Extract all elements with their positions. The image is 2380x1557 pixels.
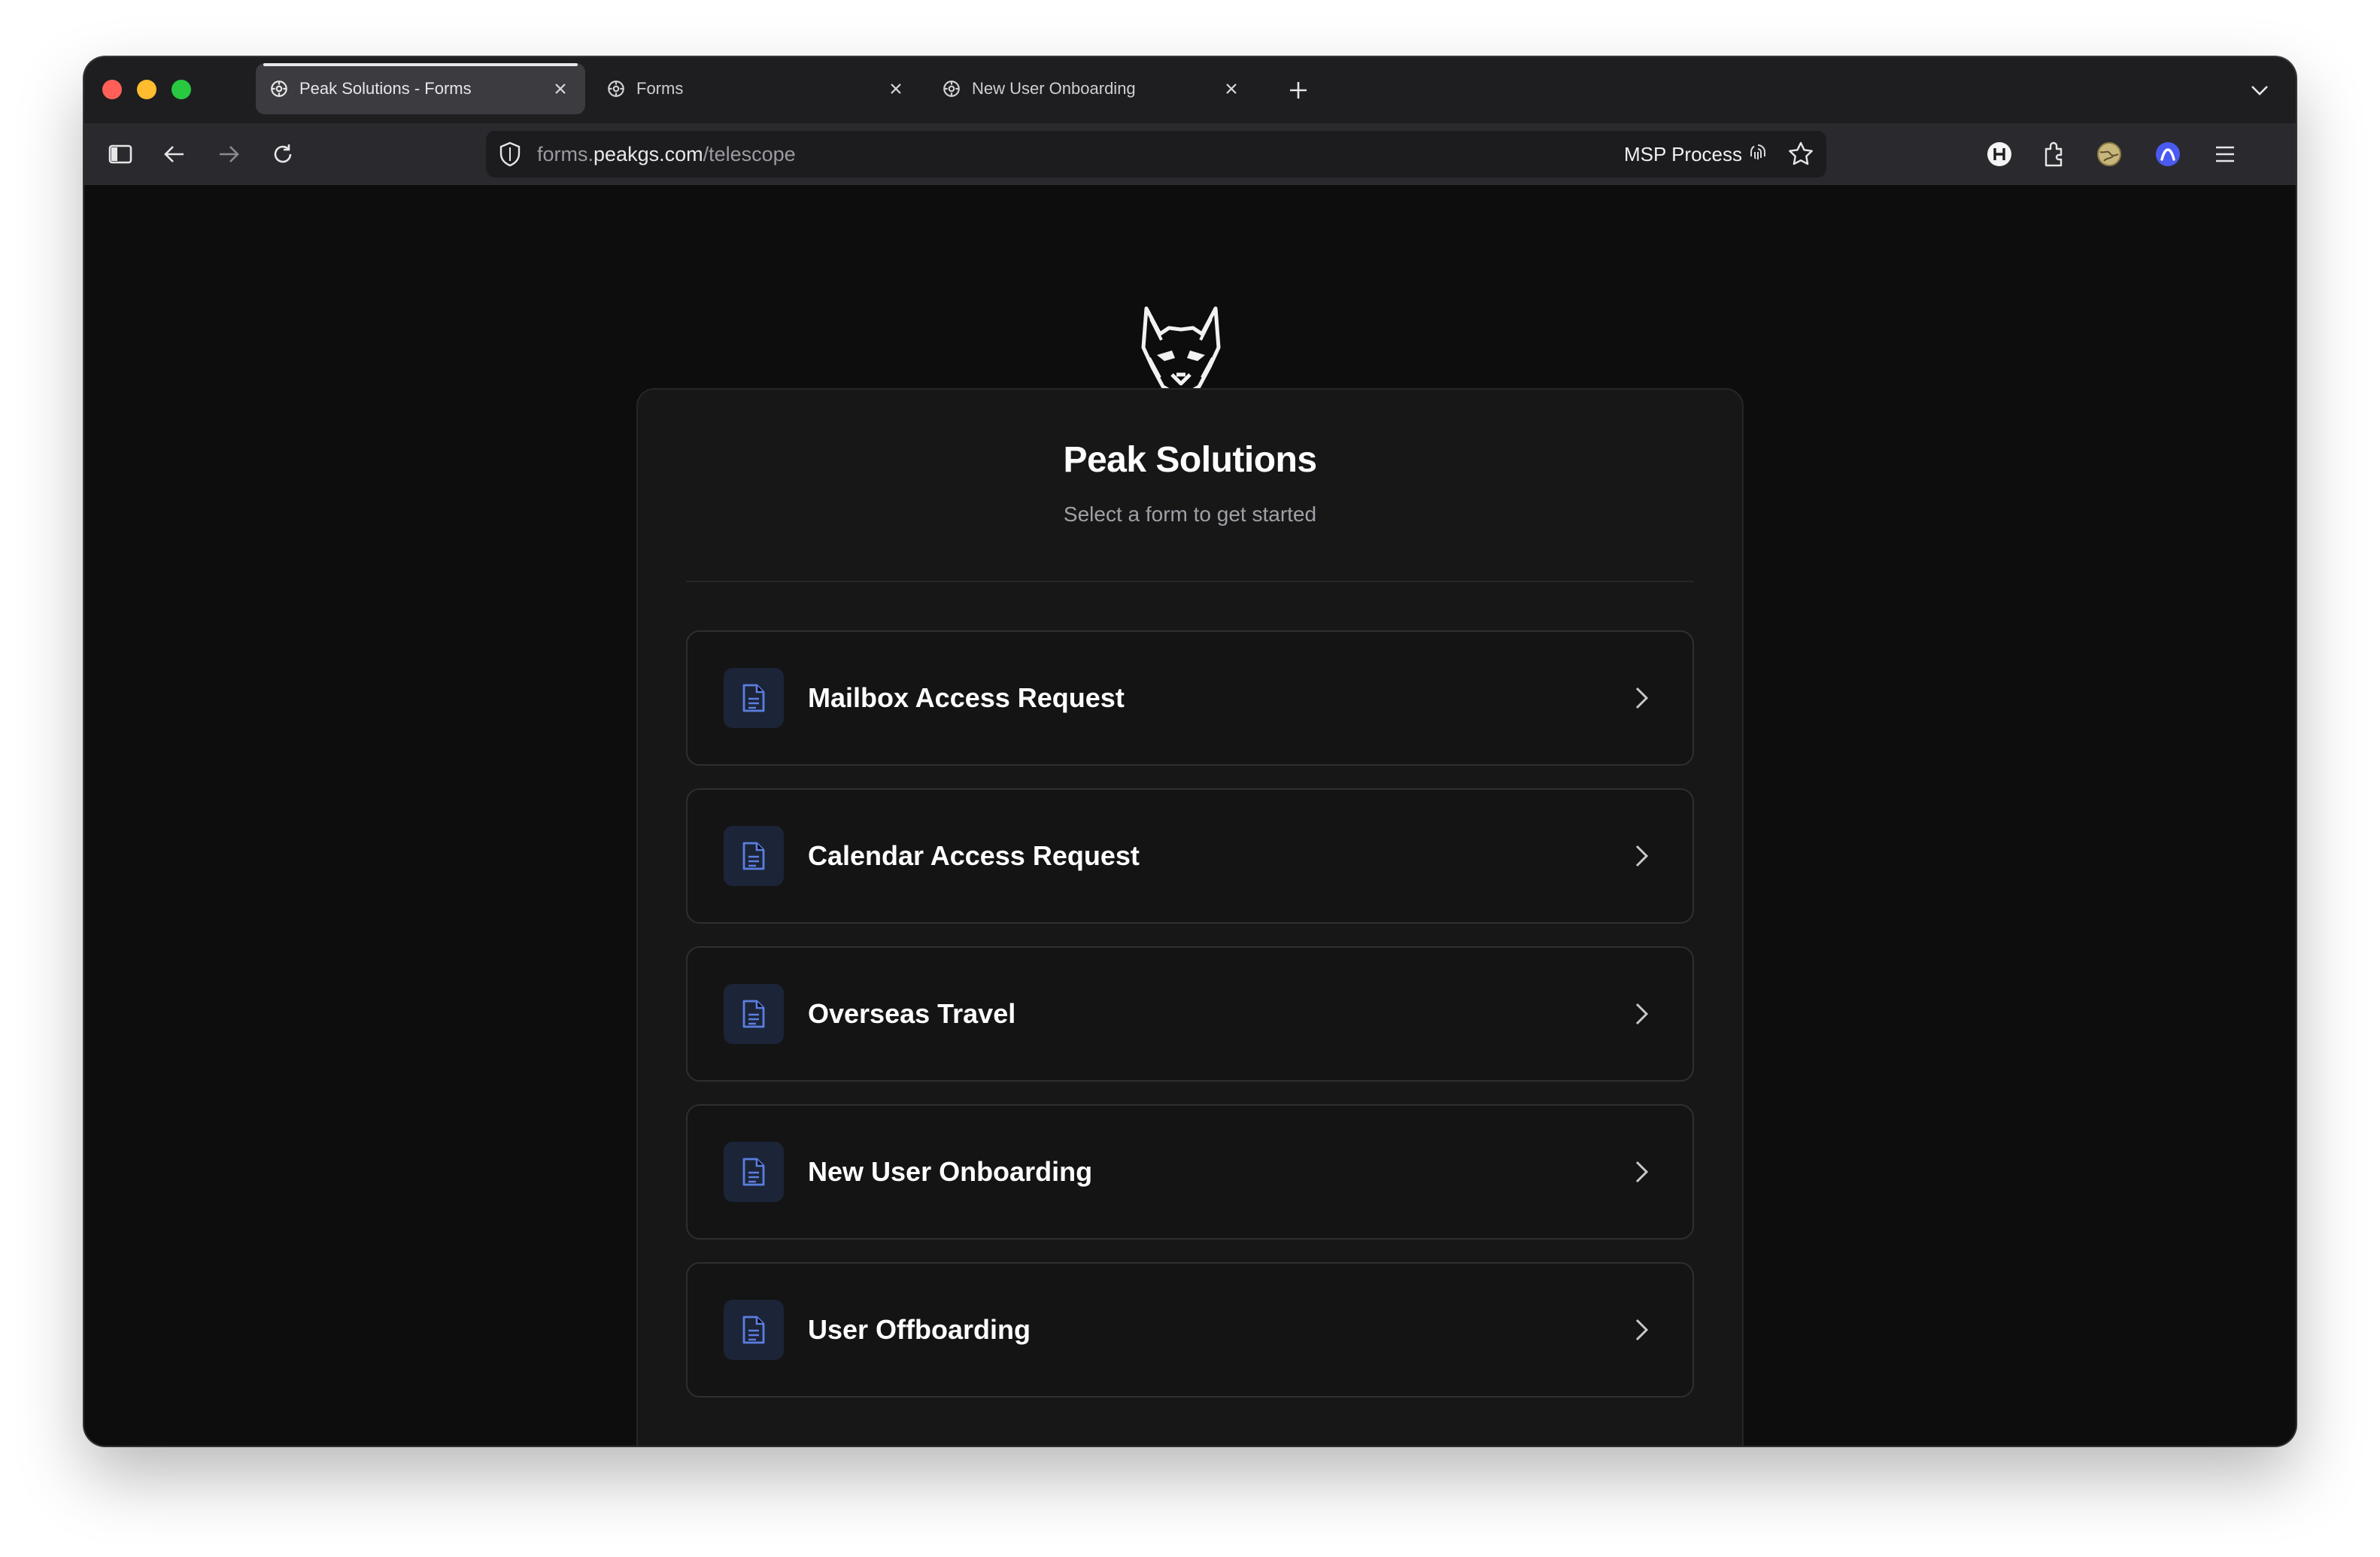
close-tab-icon[interactable] <box>885 77 907 100</box>
tab-new-user-onboarding[interactable]: New User Onboarding <box>928 63 1256 114</box>
sidebar-icon <box>108 144 132 164</box>
chevron-down-icon <box>2251 86 2268 96</box>
form-item-label: Calendar Access Request <box>808 840 1140 871</box>
arrow-left-icon <box>164 146 184 162</box>
form-item-overseas-travel[interactable]: Overseas Travel <box>686 946 1694 1082</box>
url-text[interactable]: forms.peakgs.com/telescope <box>537 143 796 166</box>
h-extension-icon <box>1987 142 2011 166</box>
url-path: /telescope <box>703 142 796 165</box>
document-icon <box>724 1142 784 1202</box>
tab-label: Forms <box>636 79 684 98</box>
menu-button[interactable] <box>2207 136 2243 172</box>
divider <box>686 581 1694 582</box>
document-icon <box>724 1300 784 1360</box>
page-subtitle: Select a form to get started <box>1063 502 1317 526</box>
form-item-calendar-access-request[interactable]: Calendar Access Request <box>686 788 1694 924</box>
plus-icon <box>1290 82 1307 99</box>
address-bar[interactable]: forms.peakgs.com/telescope MSP Process <box>486 131 1826 178</box>
chevron-right-icon <box>1626 999 1656 1029</box>
form-item-label: Mailbox Access Request <box>808 682 1125 713</box>
crosshair-icon <box>271 80 287 97</box>
chevron-right-icon <box>1626 841 1656 871</box>
crosshair-icon <box>943 80 960 97</box>
puzzle-icon <box>2045 141 2063 167</box>
star-icon[interactable] <box>1787 141 1814 168</box>
globe-extension-icon <box>2097 142 2121 166</box>
back-button[interactable] <box>156 136 193 172</box>
sidebar-toggle-button[interactable] <box>102 136 138 172</box>
url-prefix: forms. <box>537 142 594 165</box>
form-item-user-offboarding[interactable]: User Offboarding <box>686 1262 1694 1398</box>
crosshair-icon <box>608 80 624 97</box>
close-tab-icon[interactable] <box>1220 77 1243 100</box>
reload-icon <box>274 144 292 163</box>
form-item-label: User Offboarding <box>808 1314 1031 1345</box>
tab-label: Peak Solutions - Forms <box>299 79 472 98</box>
url-host: peakgs.com <box>593 142 703 165</box>
tab-strip: Peak Solutions - Forms Forms New User On… <box>84 57 2296 123</box>
arrow-right-icon <box>220 146 239 162</box>
extensions-button[interactable] <box>2035 136 2072 172</box>
reload-button[interactable] <box>265 136 301 172</box>
vpn-extension-button[interactable] <box>2150 136 2186 172</box>
h-extension-button[interactable] <box>1981 136 2017 172</box>
address-bar-actions: MSP Process <box>1624 141 1814 168</box>
chevron-right-icon <box>1626 1157 1656 1187</box>
form-item-mailbox-access-request[interactable]: Mailbox Access Request <box>686 630 1694 766</box>
active-tab-indicator <box>263 63 578 66</box>
form-item-new-user-onboarding[interactable]: New User Onboarding <box>686 1104 1694 1240</box>
form-item-label: New User Onboarding <box>808 1156 1093 1187</box>
form-item-label: Overseas Travel <box>808 998 1016 1029</box>
tab-forms[interactable]: Forms <box>593 63 921 114</box>
wolf-logo-icon <box>1141 306 1221 399</box>
arc-extension-icon <box>2156 142 2180 166</box>
browser-window: Peak Solutions - Forms Forms New User On… <box>84 57 2296 1446</box>
hamburger-menu-icon <box>2216 146 2234 162</box>
list-all-tabs-button[interactable] <box>2242 72 2278 108</box>
chevron-right-icon <box>1626 683 1656 713</box>
new-tab-button[interactable] <box>1280 72 1316 108</box>
shield-icon[interactable] <box>498 141 522 167</box>
document-icon <box>724 984 784 1044</box>
forward-button[interactable] <box>211 136 247 172</box>
chevron-right-icon <box>1626 1315 1656 1345</box>
tab-peak-solutions-forms[interactable]: Peak Solutions - Forms <box>256 63 585 114</box>
fingerprint-icon[interactable] <box>1748 143 1768 165</box>
msp-process-label[interactable]: MSP Process <box>1624 143 1742 166</box>
tab-label: New User Onboarding <box>972 79 1136 98</box>
minimize-window-button[interactable] <box>137 80 156 99</box>
zoom-window-button[interactable] <box>172 80 191 99</box>
profile-extension-button[interactable] <box>2091 136 2127 172</box>
page-content: Peak Solutions Select a form to get star… <box>84 185 2296 1446</box>
form-selection-card: Peak Solutions Select a form to get star… <box>636 388 1744 1446</box>
close-tab-icon[interactable] <box>549 77 572 100</box>
document-icon <box>724 668 784 728</box>
close-window-button[interactable] <box>102 80 122 99</box>
document-icon <box>724 826 784 886</box>
page-title: Peak Solutions <box>1063 440 1317 480</box>
navigation-toolbar: forms.peakgs.com/telescope MSP Process <box>84 123 2296 185</box>
